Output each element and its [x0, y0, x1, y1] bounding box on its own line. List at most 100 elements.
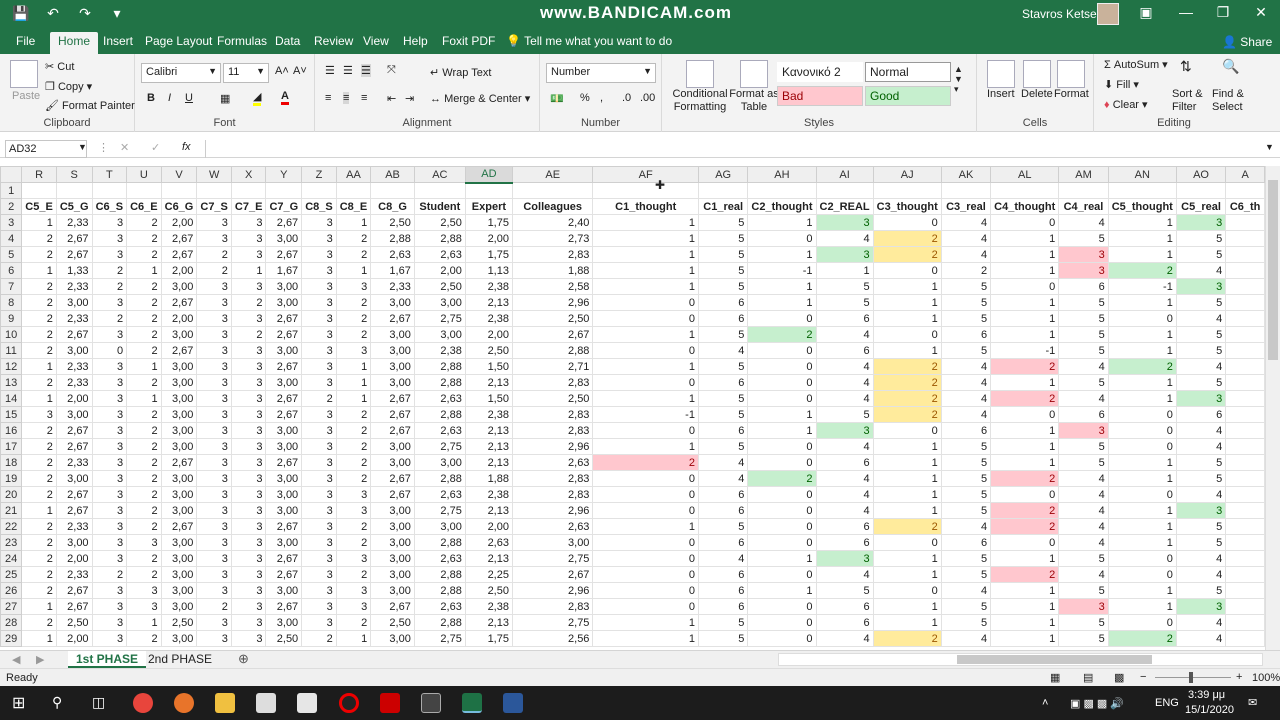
- cell[interactable]: 2,63: [370, 246, 415, 263]
- cell[interactable]: 0: [747, 358, 817, 375]
- cell[interactable]: 3,00: [55, 534, 93, 551]
- cell[interactable]: 2: [21, 342, 57, 359]
- cell[interactable]: 1: [747, 246, 817, 263]
- cell[interactable]: 1: [872, 486, 942, 503]
- cell[interactable]: 1: [1107, 246, 1177, 263]
- cell[interactable]: C4_thought: [990, 198, 1060, 215]
- cell[interactable]: 2: [196, 246, 232, 263]
- cell[interactable]: 1: [21, 358, 57, 375]
- cell[interactable]: [464, 182, 513, 199]
- style-bad[interactable]: Bad: [777, 86, 863, 106]
- find-select-button[interactable]: Find & Select: [1212, 88, 1252, 114]
- cell[interactable]: 2,00: [464, 518, 513, 535]
- cell[interactable]: 2: [335, 310, 372, 327]
- cell[interactable]: 5: [1058, 582, 1109, 599]
- column-header[interactable]: AB: [370, 166, 415, 183]
- scroll-thumb[interactable]: [1268, 180, 1278, 360]
- cell[interactable]: 3: [301, 230, 337, 247]
- sheet-tab-2nd-phase[interactable]: 2nd PHASE: [140, 651, 220, 668]
- merge-center-button[interactable]: ↔ Merge & Center ▾: [430, 92, 530, 105]
- cell[interactable]: 0: [990, 214, 1060, 231]
- zoom-in-icon[interactable]: +: [1236, 671, 1242, 683]
- cell[interactable]: 3: [230, 502, 267, 519]
- cell[interactable]: 1: [592, 390, 699, 407]
- cell[interactable]: 2,67: [160, 518, 198, 535]
- cell[interactable]: 2: [91, 566, 128, 583]
- cell[interactable]: 1: [21, 262, 57, 279]
- cell[interactable]: 1: [1107, 230, 1177, 247]
- cell[interactable]: 2: [230, 326, 267, 343]
- cell[interactable]: 2,96: [511, 438, 594, 455]
- cell[interactable]: 0: [747, 390, 817, 407]
- cell[interactable]: 5: [1175, 342, 1227, 359]
- tray-icons[interactable]: ▣ ▩ ▩ 🔊: [1070, 697, 1124, 710]
- cell[interactable]: 2: [126, 454, 162, 471]
- photos-icon[interactable]: [421, 693, 441, 713]
- cell[interactable]: 3,00: [160, 358, 198, 375]
- row-header[interactable]: 25: [0, 566, 23, 583]
- percent-icon[interactable]: %: [580, 92, 590, 104]
- cell[interactable]: 3,00: [160, 502, 198, 519]
- cell[interactable]: 2: [126, 550, 162, 567]
- cell[interactable]: 4: [815, 230, 874, 247]
- cell[interactable]: 2: [1107, 262, 1177, 279]
- format-as-table-icon[interactable]: [740, 60, 768, 88]
- cell[interactable]: 4: [697, 550, 749, 567]
- cell[interactable]: 2: [21, 294, 57, 311]
- cell[interactable]: 2,00: [55, 630, 93, 647]
- cell[interactable]: 1: [1107, 294, 1177, 311]
- cell[interactable]: 5: [1058, 614, 1109, 631]
- cell[interactable]: 4: [1175, 486, 1227, 503]
- cell[interactable]: 4: [1058, 502, 1109, 519]
- cell[interactable]: 3: [301, 262, 337, 279]
- cell[interactable]: 1,67: [370, 262, 415, 279]
- cell[interactable]: [1107, 182, 1177, 199]
- cell[interactable]: 3: [301, 374, 337, 391]
- cell[interactable]: 3,00: [370, 518, 415, 535]
- cell[interactable]: 5: [697, 262, 749, 279]
- cell[interactable]: 5: [697, 518, 749, 535]
- cell[interactable]: 3: [230, 582, 267, 599]
- file-explorer-icon[interactable]: [215, 693, 235, 713]
- chevron-down-icon[interactable]: ▼: [78, 142, 87, 152]
- close-icon[interactable]: ✕: [1250, 4, 1272, 21]
- cell[interactable]: 2: [335, 326, 372, 343]
- cell[interactable]: 2: [196, 598, 232, 615]
- cell[interactable]: [1225, 342, 1265, 359]
- cell[interactable]: 4: [815, 470, 874, 487]
- vertical-scrollbar[interactable]: [1265, 166, 1280, 650]
- cell[interactable]: 3,00: [370, 550, 415, 567]
- cell[interactable]: 2,88: [413, 470, 466, 487]
- cell[interactable]: 6: [815, 598, 874, 615]
- cell[interactable]: 3: [196, 326, 232, 343]
- cell[interactable]: 5: [1175, 294, 1227, 311]
- cell[interactable]: 1,75: [464, 246, 513, 263]
- column-header[interactable]: AE: [511, 166, 594, 183]
- cell[interactable]: [1225, 630, 1265, 647]
- cell[interactable]: 1: [872, 278, 942, 295]
- cell[interactable]: 2: [592, 454, 699, 471]
- cell[interactable]: 1: [990, 582, 1060, 599]
- cell[interactable]: 1: [990, 598, 1060, 615]
- cell[interactable]: 4: [940, 390, 992, 407]
- cell[interactable]: 1: [815, 262, 874, 279]
- cell[interactable]: 0: [592, 470, 699, 487]
- cell[interactable]: 2,67: [265, 518, 303, 535]
- cell[interactable]: 5: [697, 438, 749, 455]
- row-header[interactable]: 15: [0, 406, 23, 423]
- copy-button[interactable]: ❐ Copy ▾: [45, 80, 92, 93]
- column-header[interactable]: T: [91, 166, 128, 183]
- cell[interactable]: 2,38: [464, 598, 513, 615]
- cell[interactable]: 1: [990, 630, 1060, 647]
- cell[interactable]: 2: [126, 486, 162, 503]
- cell[interactable]: 3,00: [413, 326, 466, 343]
- cell[interactable]: 2,67: [265, 390, 303, 407]
- cell[interactable]: 3: [815, 550, 874, 567]
- cell[interactable]: 2,83: [511, 598, 594, 615]
- cell[interactable]: [697, 182, 749, 199]
- cell[interactable]: 2,33: [370, 278, 415, 295]
- cell[interactable]: 3: [91, 230, 128, 247]
- cell[interactable]: 3: [196, 566, 232, 583]
- zoom-level[interactable]: 100%: [1252, 672, 1280, 684]
- cell[interactable]: 2,50: [413, 278, 466, 295]
